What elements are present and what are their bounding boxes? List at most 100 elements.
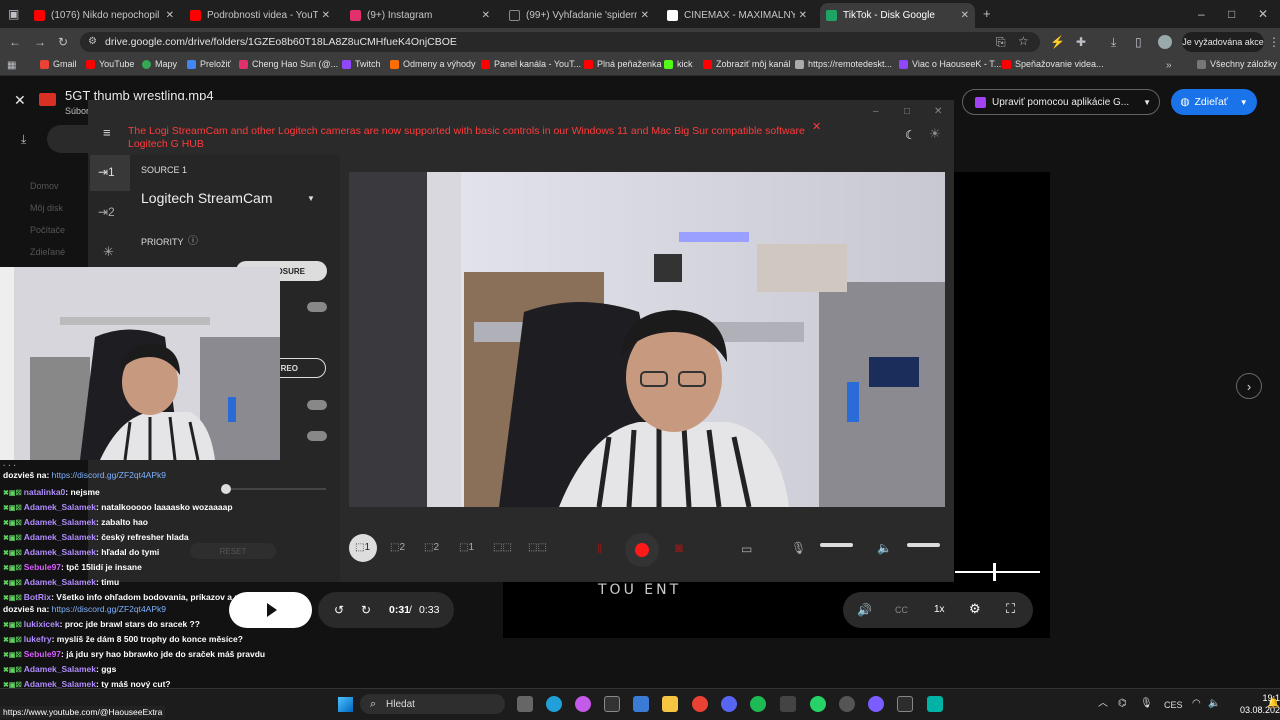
volume-icon[interactable]: 🔊 bbox=[857, 604, 872, 616]
next-file-icon[interactable]: › bbox=[1236, 373, 1262, 399]
layout-pip-alt-icon[interactable]: ⬚1 bbox=[459, 542, 474, 554]
source-2-icon[interactable]: ⇥2 bbox=[98, 206, 115, 218]
bookmark-penazenka[interactable]: Plná peňaženka bbox=[584, 59, 662, 69]
chevron-down-icon[interactable]: ▼ bbox=[1143, 98, 1151, 107]
menu-kebab-icon[interactable]: ⋮ bbox=[1268, 36, 1280, 48]
forward-10-icon[interactable]: ↻ bbox=[361, 604, 371, 616]
chat-username[interactable]: Adamek_Salamek bbox=[24, 664, 96, 674]
bookmark-star-icon[interactable]: ☆ bbox=[1018, 35, 1029, 47]
chevron-down-icon[interactable]: ▼ bbox=[307, 193, 315, 205]
info-icon[interactable]: ⓘ bbox=[188, 236, 198, 248]
tray-chevron-icon[interactable]: ︿ bbox=[1098, 698, 1108, 710]
sidepanel-icon[interactable]: ▯ bbox=[1135, 36, 1142, 48]
bookmark-kanal[interactable]: Zobraziť môj kanál bbox=[703, 59, 790, 69]
layout-split-alt-icon[interactable]: ⬚⬚ bbox=[528, 542, 547, 554]
close-window-icon[interactable]: ✕ bbox=[1258, 8, 1268, 20]
bookmark-odmeny[interactable]: Odmeny a výhody bbox=[390, 59, 476, 69]
forward-icon[interactable]: → bbox=[34, 36, 46, 48]
share-button[interactable]: ◍ Zdieľať ▼ bbox=[1171, 89, 1257, 115]
chat-username[interactable]: lukixicek bbox=[24, 619, 60, 629]
tab-3[interactable]: (99+) Vyhľadanie 'spiderman ha ✕ bbox=[503, 3, 655, 28]
mic-volume-slider[interactable] bbox=[820, 543, 853, 547]
sidebar-item-shared[interactable]: Zdieľané bbox=[30, 241, 65, 263]
bookmark-mapy[interactable]: Mapy bbox=[142, 59, 177, 69]
hamburger-menu-icon[interactable]: ≡ bbox=[103, 126, 111, 139]
effects-wand-icon[interactable]: ✳ bbox=[103, 245, 114, 258]
install-icon[interactable]: ⎘ bbox=[996, 36, 1006, 48]
app-icon[interactable] bbox=[839, 696, 855, 712]
chat-username[interactable]: natalinka0 bbox=[24, 487, 66, 497]
more-bookmarks-icon[interactable]: » bbox=[1166, 60, 1172, 72]
task-view-icon[interactable] bbox=[517, 696, 533, 712]
camera-select[interactable]: Logitech StreamCam bbox=[141, 190, 273, 206]
toggle-switch[interactable] bbox=[307, 431, 327, 441]
tray-network-icon[interactable]: ⌬ bbox=[1118, 698, 1127, 710]
close-tab-icon[interactable]: ✕ bbox=[482, 10, 490, 21]
close-tab-icon[interactable]: ✕ bbox=[322, 10, 330, 21]
speaker-volume-slider[interactable] bbox=[907, 543, 940, 547]
extensions-puzzle-icon[interactable]: ✚ bbox=[1076, 36, 1086, 48]
settings-gear-icon[interactable]: ⚙ bbox=[969, 602, 981, 615]
bookmark-youtube[interactable]: YouTube bbox=[86, 59, 134, 69]
close-banner-icon[interactable]: ✕ bbox=[812, 121, 821, 133]
tray-wifi-icon[interactable]: ◠ bbox=[1192, 698, 1201, 710]
extension-icon[interactable]: ⚡ bbox=[1050, 36, 1065, 48]
tab-2[interactable]: (9+) Instagram ✕ bbox=[344, 3, 496, 28]
tray-volume-icon[interactable]: 🔈 bbox=[1208, 698, 1220, 710]
pause-icon[interactable]: ‖ bbox=[597, 542, 602, 555]
snapshot-camera-icon[interactable]: ◙ bbox=[675, 541, 683, 554]
reset-button[interactable]: RESET bbox=[190, 543, 276, 559]
bookmark-remote[interactable]: https://remotedeskt... bbox=[795, 59, 892, 69]
tab-1[interactable]: Podrobnosti videa - YouTube S ✕ bbox=[184, 3, 336, 28]
whatsapp-icon[interactable] bbox=[810, 696, 826, 712]
file-explorer-icon[interactable] bbox=[662, 696, 678, 712]
tab-5[interactable]: TikTok - Disk Google ✕ bbox=[820, 3, 975, 28]
logi-minimize-icon[interactable]: – bbox=[873, 106, 879, 118]
chat-username[interactable]: Sebule97 bbox=[24, 649, 61, 659]
tab-4[interactable]: CINEMAX - MAXIMÁLNY FILMO ✕ bbox=[661, 3, 813, 28]
ctrl-app-icon[interactable] bbox=[604, 696, 620, 712]
speaker-icon[interactable]: 🔈 bbox=[877, 542, 892, 554]
bookmark-panel[interactable]: Panel kanála - YouT... bbox=[481, 59, 581, 69]
zoom-slider[interactable] bbox=[230, 488, 326, 490]
sidebar-item-home[interactable]: Domov bbox=[30, 175, 65, 197]
sidebar-item-my-drive[interactable]: Môj disk bbox=[30, 197, 65, 219]
discord-link[interactable]: https://discord.gg/ZF2qt4APk9 bbox=[52, 470, 166, 480]
chat-username[interactable]: Adamek_Salamek bbox=[24, 577, 96, 587]
chat-username[interactable]: lukefry bbox=[24, 634, 52, 644]
chat-username[interactable]: Adamek_Salamek bbox=[24, 517, 96, 527]
toggle-switch[interactable] bbox=[307, 302, 327, 312]
terminal-icon[interactable] bbox=[897, 696, 913, 712]
bookmark-viac[interactable]: Viac o HaouseeK - T... bbox=[899, 59, 1001, 69]
chat-username[interactable]: BotRix bbox=[24, 592, 51, 602]
minimize-window-icon[interactable]: – bbox=[1198, 8, 1205, 20]
taskbar-search[interactable]: Hledat bbox=[360, 694, 505, 714]
close-tab-icon[interactable]: ✕ bbox=[166, 10, 174, 21]
fullscreen-icon[interactable]: ⛶ bbox=[1006, 602, 1015, 615]
video-scrubber[interactable] bbox=[955, 571, 1040, 573]
video-scrub-thumb[interactable] bbox=[993, 563, 996, 581]
bookmark-gmail[interactable]: Gmail bbox=[40, 59, 77, 69]
obs-icon[interactable] bbox=[868, 696, 884, 712]
windows-start-icon[interactable] bbox=[338, 697, 353, 712]
dark-mode-icon[interactable]: ☾ bbox=[905, 129, 916, 141]
avatar[interactable] bbox=[1158, 35, 1172, 49]
copilot-icon[interactable] bbox=[575, 696, 591, 712]
close-tab-icon[interactable]: ✕ bbox=[799, 10, 807, 21]
discord-link[interactable]: https://discord.gg/ZF2qt4APk9 bbox=[52, 604, 166, 614]
speed-label[interactable]: 1x bbox=[934, 604, 945, 615]
new-tab-icon[interactable]: + bbox=[983, 7, 991, 20]
profile-action-button[interactable]: Je vyžadována akce bbox=[1182, 32, 1264, 52]
toggle-switch[interactable] bbox=[307, 400, 327, 410]
sidebar-item-computers[interactable]: Počítače bbox=[30, 219, 65, 241]
layout-pip-icon[interactable]: ⬚2 bbox=[424, 542, 439, 554]
app-icon[interactable] bbox=[780, 696, 796, 712]
back-icon[interactable]: ← bbox=[9, 36, 21, 48]
notification-icon[interactable]: 🔔 bbox=[1267, 698, 1279, 710]
chat-username[interactable]: Adamek_Salamek bbox=[24, 502, 96, 512]
keyboard-language[interactable]: CES bbox=[1164, 700, 1183, 710]
rewind-10-icon[interactable]: ↺ bbox=[334, 604, 344, 616]
captions-icon[interactable]: CC bbox=[895, 604, 908, 616]
record-button[interactable] bbox=[625, 533, 659, 567]
bookmark-instagram[interactable]: Cheng Hao Sun (@... bbox=[239, 59, 338, 69]
